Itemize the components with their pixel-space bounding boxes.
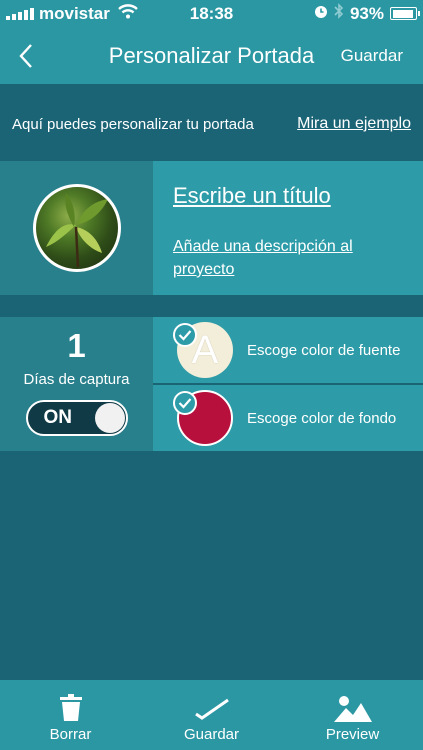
color-options: A Escoge color de fuente Escoge color de… bbox=[153, 317, 423, 451]
checkmark-icon bbox=[173, 323, 197, 347]
capture-cell: 1 Días de captura ON bbox=[0, 317, 153, 451]
delete-label: Borrar bbox=[49, 726, 92, 743]
battery-icon bbox=[390, 7, 420, 20]
save-label: Guardar bbox=[183, 726, 240, 743]
back-chevron-icon bbox=[19, 43, 32, 68]
checkmark-icon bbox=[173, 391, 197, 415]
save-nav-button[interactable]: Guardar bbox=[341, 46, 403, 66]
settings-section: 1 Días de captura ON A Escoge color de f… bbox=[0, 317, 423, 451]
font-color-option[interactable]: A Escoge color de fuente bbox=[153, 317, 423, 383]
plant-image bbox=[45, 193, 108, 268]
checkmark-icon bbox=[194, 698, 229, 720]
bottom-toolbar: Borrar Guardar Preview bbox=[0, 680, 423, 750]
navbar: Personalizar Portada Guardar bbox=[0, 27, 423, 84]
project-title-field[interactable]: Escribe un título bbox=[173, 183, 403, 209]
capture-days-label: Días de captura bbox=[23, 371, 130, 388]
font-color-label: Escoge color de fuente bbox=[247, 341, 401, 359]
intro-text: Aquí puedes personalizar tu portada bbox=[12, 115, 254, 133]
intro-section: Aquí puedes personalizar tu portada Mira… bbox=[0, 86, 423, 162]
toggle-state-label: ON bbox=[43, 407, 73, 428]
cover-photo[interactable] bbox=[32, 184, 121, 272]
project-description-field[interactable]: Añade una descripción al proyecto bbox=[173, 235, 403, 281]
background-color-option[interactable]: Escoge color de fondo bbox=[153, 385, 423, 451]
alarm-icon bbox=[314, 4, 328, 24]
battery-level: 93% bbox=[349, 3, 384, 23]
trash-icon bbox=[59, 694, 82, 721]
back-button[interactable] bbox=[0, 27, 52, 84]
save-button[interactable]: Guardar bbox=[141, 680, 282, 750]
capture-days-count: 1 bbox=[67, 327, 86, 364]
capture-toggle[interactable]: ON bbox=[25, 400, 128, 436]
bluetooth-icon bbox=[334, 3, 344, 24]
example-link[interactable]: Mira un ejemplo bbox=[297, 115, 411, 133]
image-icon bbox=[333, 696, 372, 722]
delete-button[interactable]: Borrar bbox=[0, 680, 141, 750]
cover-photo-cell[interactable] bbox=[0, 161, 153, 295]
battery-fill bbox=[392, 9, 413, 18]
preview-button[interactable]: Preview bbox=[282, 680, 423, 750]
preview-label: Preview bbox=[325, 726, 380, 743]
status-bar: movistar 18:38 93% bbox=[0, 0, 423, 27]
project-section: Escribe un título Añade una descripción … bbox=[0, 161, 423, 295]
toggle-knob bbox=[94, 403, 125, 433]
background-color-label: Escoge color de fondo bbox=[247, 409, 397, 427]
